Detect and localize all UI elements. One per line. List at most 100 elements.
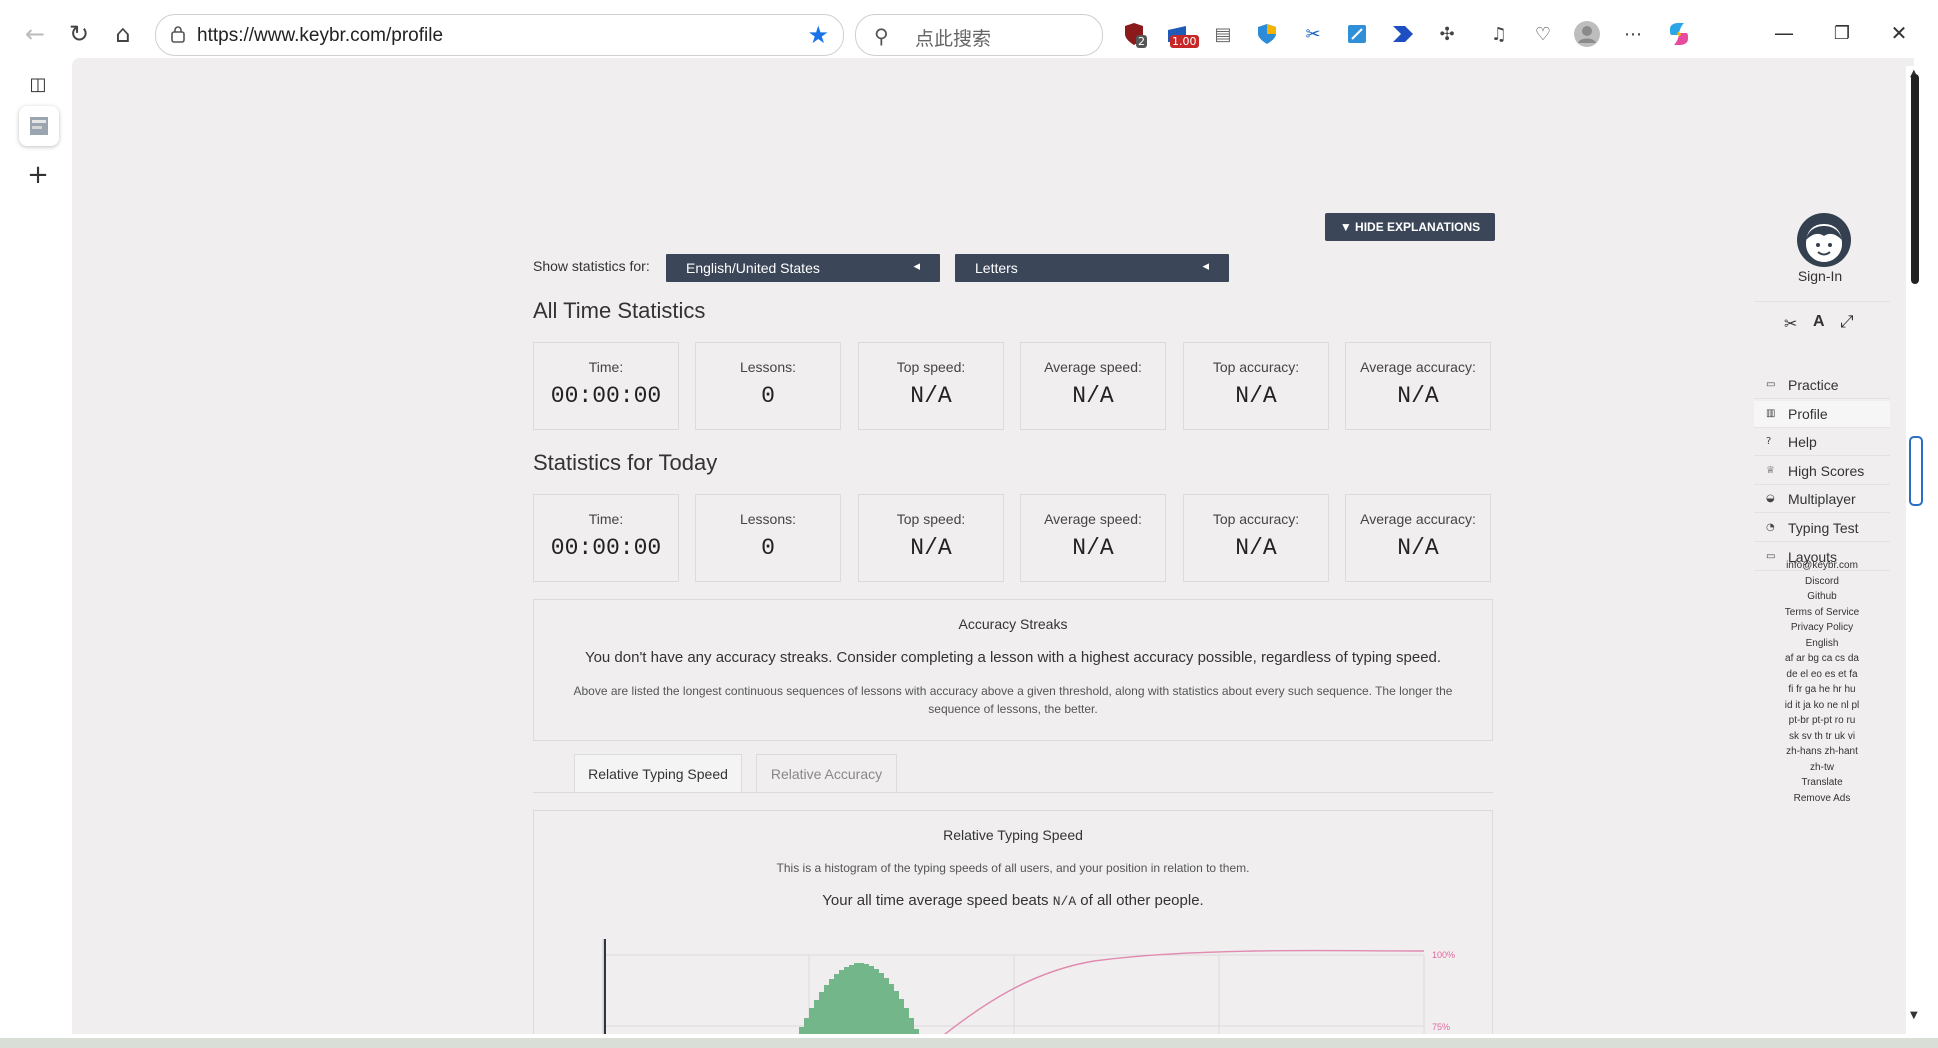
stat-card-value: N/A — [1072, 535, 1114, 561]
favorite-star-icon[interactable]: ★ — [807, 21, 829, 49]
stat-card-label: Lessons: — [739, 511, 797, 527]
footer-link[interactable]: Github — [1754, 589, 1890, 605]
tab-relative-typing-speed[interactable]: Relative Typing Speed — [574, 754, 742, 792]
stat-card-value: 00:00:00 — [550, 383, 662, 409]
arrow-extension-icon[interactable] — [1390, 21, 1416, 47]
nav-item-label: Help — [1788, 434, 1817, 451]
home-icon[interactable]: ⌂ — [106, 17, 140, 51]
performance-heart-icon[interactable]: ♡ — [1530, 21, 1556, 47]
footer-link[interactable]: de el eo es et fa — [1754, 667, 1890, 683]
histogram-bars — [799, 963, 919, 1034]
footer-link[interactable]: zh-hans zh-hant — [1754, 744, 1890, 760]
footer-link[interactable]: af ar bg ca cs da — [1754, 651, 1890, 667]
today-title: Statistics for Today — [533, 450, 718, 475]
tab-thumbnail-icon[interactable] — [19, 106, 59, 146]
footer-link[interactable]: Translate — [1754, 775, 1890, 791]
chart-icon: ▥ — [1766, 407, 1776, 419]
browser-toolbar: ← ↻ ⌂ https://www.keybr.com/profile ★ ⚲ … — [0, 0, 1938, 66]
gauge-icon: ◔ — [1766, 522, 1775, 533]
stat-card-label: Average accuracy: — [1360, 359, 1476, 375]
nav-item-high-scores[interactable]: ♕ High Scores — [1754, 458, 1890, 485]
nav-item-multiplayer[interactable]: ◒ Multiplayer — [1754, 486, 1890, 514]
reader-extension-icon[interactable]: ▤ — [1210, 21, 1236, 47]
all-time-title: All Time Statistics — [533, 298, 706, 323]
sidebar-toggle-icon[interactable]: ◫ — [19, 65, 57, 103]
typing-speed-histogram: 100% 75% — [602, 939, 1455, 1034]
footer-link[interactable]: Remove Ads — [1754, 791, 1890, 807]
nav-item-practice[interactable]: ▭ Practice — [1754, 372, 1890, 399]
address-bar[interactable]: https://www.keybr.com/profile ★ — [155, 14, 844, 56]
taskbar-strip — [0, 1038, 1938, 1048]
mode-select[interactable]: Letters ◂ — [955, 254, 1229, 282]
stat-card: Top accuracy: N/A — [1183, 342, 1329, 430]
stat-card: Lessons: 0 — [695, 494, 841, 582]
search-box[interactable]: ⚲ 点此搜索 — [855, 14, 1103, 56]
user-avatar-icon[interactable] — [1796, 212, 1852, 268]
stat-card-value: N/A — [1397, 383, 1439, 409]
footer-link[interactable]: fi fr ga he hr hu — [1754, 682, 1890, 698]
toggle-theme-icon[interactable]: ✂ — [1784, 314, 1797, 333]
scissors-extension-icon[interactable]: ✂ — [1300, 21, 1326, 47]
back-arrow-icon[interactable]: ← — [18, 17, 52, 51]
nav-item-label: Multiplayer — [1788, 491, 1856, 508]
stat-card-label: Average speed: — [1044, 511, 1142, 527]
footer-link[interactable]: Privacy Policy — [1754, 620, 1890, 636]
stat-card: Top speed: N/A — [858, 494, 1004, 582]
page-scrollbar[interactable]: ▲ ▼ — [1906, 66, 1924, 1038]
select-arrow-icon: ◂ — [913, 259, 920, 274]
stat-card: Average speed: N/A — [1020, 494, 1166, 582]
hide-explanations-button[interactable]: ▼ HIDE EXPLANATIONS — [1325, 213, 1495, 241]
stat-card-value: N/A — [1397, 535, 1439, 561]
price-tracker-extension-icon[interactable]: 1.00 — [1164, 21, 1199, 48]
font-size-icon[interactable]: A — [1813, 313, 1825, 331]
stat-card-value: 0 — [761, 383, 775, 409]
restore-icon[interactable]: ❐ — [1827, 18, 1857, 48]
sign-in-link[interactable]: Sign-In — [1752, 268, 1888, 284]
footer-link[interactable]: info@keybr.com — [1754, 558, 1890, 574]
footer-link[interactable]: Discord — [1754, 574, 1890, 590]
ublock-extension-icon[interactable]: 2 — [1121, 21, 1147, 48]
scroll-indicator — [1909, 436, 1923, 506]
nav-item-help[interactable]: ? Help — [1754, 429, 1890, 457]
shield-extension-icon[interactable] — [1254, 21, 1280, 47]
footer-link[interactable]: English — [1754, 636, 1890, 652]
footer-link[interactable]: zh-tw — [1754, 760, 1890, 776]
fullscreen-icon[interactable]: ⤢ — [1840, 312, 1854, 332]
nav-item-typing-test[interactable]: ◔ Typing Test — [1754, 515, 1890, 542]
stat-card: Top speed: N/A — [858, 342, 1004, 430]
minimize-icon[interactable]: — — [1769, 18, 1799, 48]
stat-card: Lessons: 0 — [695, 342, 841, 430]
footer-link[interactable]: id it ja ko ne nl pl — [1754, 698, 1890, 714]
copilot-icon[interactable] — [1666, 21, 1692, 47]
close-icon[interactable]: ✕ — [1884, 18, 1914, 48]
profile-avatar-icon[interactable] — [1574, 21, 1600, 47]
accuracy-streaks-box: Accuracy Streaks You don't have any accu… — [533, 599, 1493, 741]
scrollbar-thumb[interactable] — [1911, 74, 1919, 284]
footer-link[interactable]: pt-br pt-pt ro ru — [1754, 713, 1890, 729]
tab-divider — [533, 792, 1493, 793]
stat-card-value: 0 — [761, 535, 775, 561]
more-menu-icon[interactable]: ⋯ — [1620, 21, 1646, 47]
new-tab-plus-icon[interactable]: + — [19, 156, 57, 194]
stat-card: Time: 00:00:00 — [533, 494, 679, 582]
stat-card-label: Average speed: — [1044, 359, 1142, 375]
nav-item-label: Practice — [1788, 377, 1839, 393]
keybr-page: ▼ HIDE EXPLANATIONS Show statistics for:… — [72, 58, 1914, 1034]
nav-item-profile[interactable]: ▥ Profile — [1754, 400, 1890, 428]
refresh-icon[interactable]: ↻ — [62, 17, 96, 51]
mode-select-value: Letters — [975, 260, 1018, 276]
show-statistics-label: Show statistics for: — [533, 258, 650, 274]
scroll-down-arrow-icon[interactable]: ▼ — [1910, 1010, 1918, 1021]
footer-link[interactable]: sk sv th tr uk vi — [1754, 729, 1890, 745]
stat-card-label: Top speed: — [896, 511, 966, 527]
tab-relative-accuracy[interactable]: Relative Accuracy — [756, 754, 897, 792]
extensions-puzzle-icon[interactable]: ✣ — [1434, 21, 1460, 47]
language-select[interactable]: English/United States ◂ — [666, 254, 940, 282]
footer-link[interactable]: Terms of Service — [1754, 605, 1890, 621]
question-icon: ? — [1766, 436, 1772, 448]
url-text: https://www.keybr.com/profile — [197, 25, 444, 46]
select-arrow-icon: ◂ — [1202, 259, 1209, 274]
language-select-value: English/United States — [686, 260, 820, 276]
media-control-icon[interactable]: ♫ — [1486, 21, 1512, 47]
compose-extension-icon[interactable] — [1344, 21, 1370, 47]
